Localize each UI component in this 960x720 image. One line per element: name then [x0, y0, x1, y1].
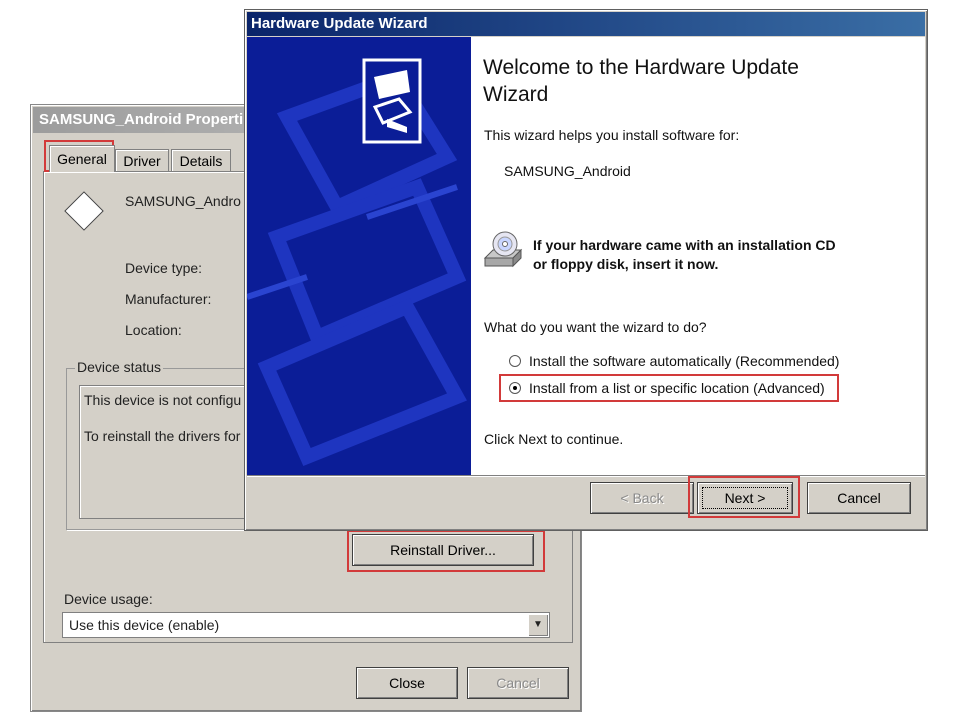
wizard-back-button[interactable]: < Back	[590, 482, 694, 514]
install-from-list-label[interactable]: Install from a list or specific location…	[529, 380, 825, 396]
wizard-question: What do you want the wizard to do?	[484, 319, 707, 335]
insert-cd-line1: If your hardware came with an installati…	[533, 237, 836, 253]
wizard-intro-text: This wizard helps you install software f…	[484, 127, 740, 143]
install-from-list-radio[interactable]	[509, 382, 521, 394]
wizard-banner	[247, 37, 471, 475]
wizard-heading-line1: Welcome to the Hardware Update	[483, 56, 799, 79]
hardware-box-icon	[362, 58, 422, 144]
wizard-cancel-button[interactable]: Cancel	[807, 482, 911, 514]
device-name-label: SAMSUNG_Andro	[125, 193, 241, 209]
wizard-content: Welcome to the Hardware Update Wizard Th…	[471, 37, 925, 475]
device-type-label: Device type:	[125, 260, 203, 276]
status-line: To reinstall the drivers for	[84, 428, 241, 444]
device-usage-value: Use this device (enable)	[69, 617, 220, 633]
insert-cd-line2: or floppy disk, insert it now.	[533, 256, 719, 272]
wizard-heading-line2: Wizard	[483, 83, 549, 106]
wizard-banner-graphic	[247, 58, 467, 467]
tab-driver[interactable]: Driver	[115, 149, 169, 172]
properties-cancel-button[interactable]: Cancel	[467, 667, 569, 699]
close-button[interactable]: Close	[356, 667, 458, 699]
location-label: Location:	[125, 322, 182, 338]
device-usage-select[interactable]: Use this device (enable) ▼	[62, 612, 550, 638]
reinstall-driver-button[interactable]: Reinstall Driver...	[352, 534, 534, 566]
wizard-continue-text: Click Next to continue.	[484, 431, 624, 447]
install-automatic-label[interactable]: Install the software automatically (Reco…	[529, 353, 839, 369]
device-usage-label: Device usage:	[64, 591, 153, 607]
hardware-update-wizard-window: Hardware Update Wizard Welcome to the Ha…	[244, 9, 928, 531]
manufacturer-label: Manufacturer:	[125, 291, 212, 307]
wizard-separator	[247, 475, 925, 477]
cd-drive-icon	[483, 231, 523, 268]
tab-general[interactable]: General	[49, 145, 115, 172]
wizard-title-bar[interactable]: Hardware Update Wizard	[247, 12, 925, 36]
dropdown-arrow-icon[interactable]: ▼	[528, 614, 548, 636]
tab-details[interactable]: Details	[171, 149, 231, 172]
wizard-device-name: SAMSUNG_Android	[504, 163, 631, 179]
wizard-next-button[interactable]: Next >	[697, 482, 793, 514]
device-status-title: Device status	[75, 359, 164, 375]
install-automatic-radio[interactable]	[509, 355, 521, 367]
status-line: This device is not configu	[84, 392, 242, 408]
